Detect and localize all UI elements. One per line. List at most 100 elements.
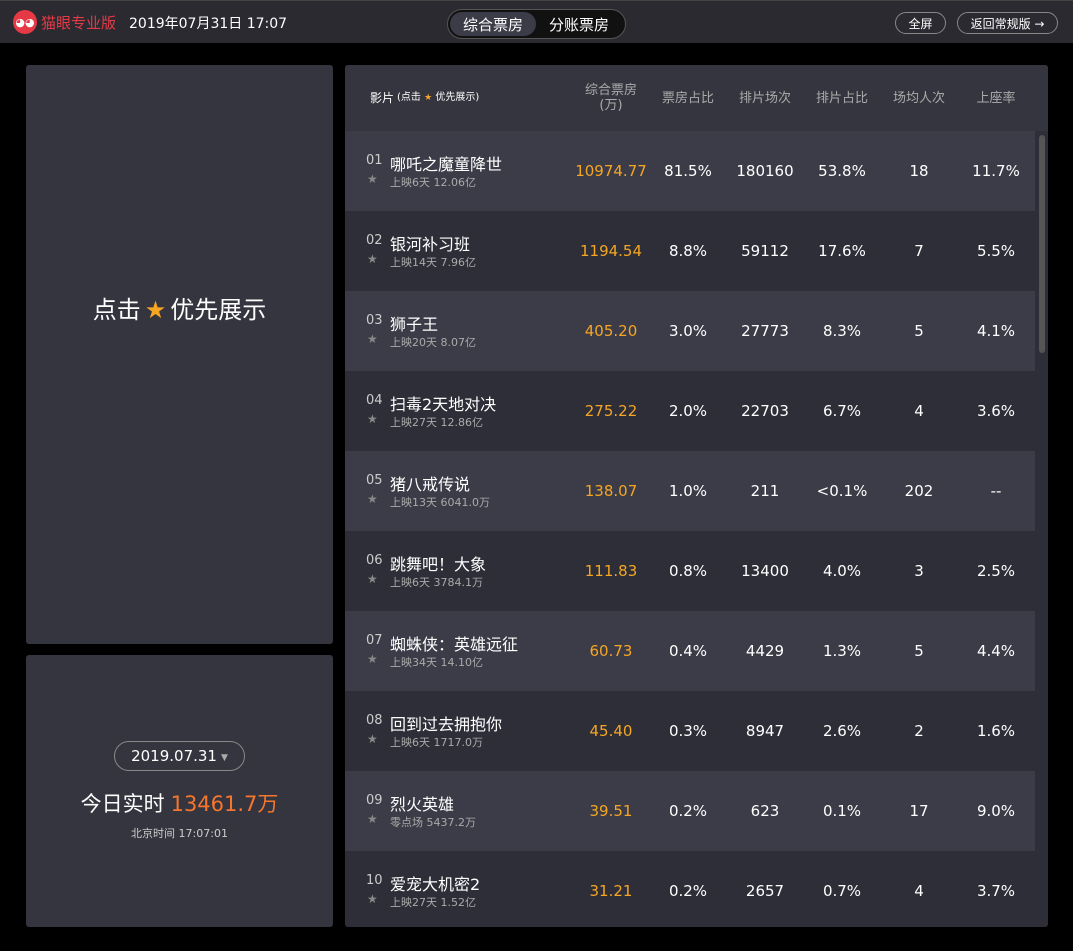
row-box-share: 0.3% — [668, 722, 708, 740]
star-icon[interactable]: ★ — [367, 252, 378, 266]
row-film-name: 回到过去拥抱你 — [390, 715, 503, 734]
row-box-share: 2.0% — [668, 402, 708, 420]
row-shows: 4429 — [745, 642, 785, 660]
table-row[interactable]: 10 爱宠大机密2 ★ 上映27天 1.52亿 31.21 0.2% 2657 0.7% 4 3.… — [345, 851, 1035, 927]
header-show-share[interactable]: 排片占比 — [804, 65, 880, 131]
star-icon[interactable]: ★ — [367, 332, 378, 346]
box-office-table: 影片 (点击 ★ 优先展示) 综合票房 (万) 票房占比 排片场次 排片占比 场… — [345, 65, 1048, 927]
row-rank: 07 — [366, 633, 383, 648]
table-row[interactable]: 01 哪吒之魔童降世 ★ 上映6天 12.06亿 10974.77 81.5% 180160… — [345, 131, 1035, 211]
row-box-share: 8.8% — [668, 242, 708, 260]
row-show-share: 0.1% — [822, 802, 862, 820]
star-icon[interactable]: ★ — [367, 652, 378, 666]
table-row[interactable]: 02 银河补习班 ★ 上映14天 7.96亿 1194.54 8.8% 59112 17.6%… — [345, 211, 1035, 291]
priority-display-panel: 点击 ★ 优先展示 — [26, 65, 333, 644]
table-row[interactable]: 03 狮子王 ★ 上映20天 8.07亿 405.20 3.0% 27773 8.3% 5 4.1… — [345, 291, 1035, 371]
star-icon[interactable]: ★ — [367, 492, 378, 506]
header-box-share[interactable]: 票房占比 — [650, 65, 726, 131]
row-film-name: 跳舞吧！大象 — [390, 555, 487, 574]
row-show-share: 1.3% — [822, 642, 862, 660]
top-bar: ◕◕ 猫眼专业版 2019年07月31日 17:07 综合票房 分账票房 全屏 … — [0, 0, 1073, 43]
today-realtime-total: 今日实时 13461.7万 — [26, 788, 333, 818]
priority-suffix: 优先展示 — [170, 296, 267, 324]
row-show-share: <0.1% — [816, 482, 868, 500]
row-film-name: 扫毒2天地对决 — [390, 395, 497, 414]
row-rank: 06 — [366, 553, 383, 568]
row-shows: 22703 — [741, 402, 789, 420]
row-avg-viewers: 7 — [914, 242, 924, 260]
row-show-share: 8.3% — [822, 322, 862, 340]
logo-text: 猫眼专业版 — [41, 13, 117, 32]
table-row[interactable]: 05 猪八戒传说 ★ 上映13天 6041.0万 138.07 1.0% 211 <0.1% 2… — [345, 451, 1035, 531]
row-film-meta: 上映34天 14.10亿 — [390, 656, 483, 669]
row-show-share: 17.6% — [818, 242, 866, 260]
row-occupancy: 3.7% — [976, 882, 1016, 900]
row-film-name: 蜘蛛侠：英雄远征 — [390, 635, 519, 654]
header-box-office[interactable]: 综合票房 (万) — [573, 65, 649, 131]
row-avg-viewers: 17 — [909, 802, 929, 820]
row-film-meta: 上映27天 1.52亿 — [390, 896, 476, 909]
star-icon: ★ — [144, 296, 167, 324]
row-box-share: 1.0% — [668, 482, 708, 500]
row-avg-viewers: 4 — [914, 882, 924, 900]
row-show-share: 6.7% — [822, 402, 862, 420]
header-occupancy[interactable]: 上座率 — [958, 65, 1034, 131]
row-box-office: 10974.77 — [575, 162, 647, 180]
fullscreen-button[interactable]: 全屏 — [895, 12, 946, 34]
table-row[interactable]: 06 跳舞吧！大象 ★ 上映6天 3784.1万 111.83 0.8% 13400 4.0%… — [345, 531, 1035, 611]
row-film-meta: 上映14天 7.96亿 — [390, 256, 476, 269]
tab-split-box-office[interactable]: 分账票房 — [536, 12, 622, 36]
row-film-name: 猪八戒传说 — [390, 475, 471, 494]
row-shows: 8947 — [745, 722, 785, 740]
header-film-label: 影片 — [370, 90, 395, 105]
star-icon[interactable]: ★ — [367, 172, 378, 186]
current-datetime: 2019年07月31日 17:07 — [129, 16, 288, 32]
table-row[interactable]: 09 烈火英雄 ★ 零点场 5437.2万 39.51 0.2% 623 0.1% 17 9.0% — [345, 771, 1035, 851]
star-icon[interactable]: ★ — [367, 732, 378, 746]
row-box-office: 275.22 — [584, 402, 638, 420]
table-row[interactable]: 07 蜘蛛侠：英雄远征 ★ 上映34天 14.10亿 60.73 0.4% 4429 1.3%… — [345, 611, 1035, 691]
logo: ◕◕ 猫眼专业版 — [13, 10, 116, 34]
row-rank: 10 — [366, 873, 383, 888]
header-shows[interactable]: 排片场次 — [727, 65, 803, 131]
tab-comprehensive-box-office[interactable]: 综合票房 — [450, 12, 536, 36]
table-row[interactable]: 04 扫毒2天地对决 ★ 上映27天 12.86亿 275.22 2.0% 22703 6.7… — [345, 371, 1035, 451]
header-film-hint: (点击 ★ 优先展示) — [397, 90, 479, 106]
row-occupancy: 11.7% — [972, 162, 1020, 180]
return-to-normal-button[interactable]: 返回常规版 → — [957, 12, 1058, 34]
row-box-share: 0.8% — [668, 562, 708, 580]
row-box-share: 0.2% — [668, 802, 708, 820]
row-shows: 623 — [750, 802, 780, 820]
row-avg-viewers: 2 — [914, 722, 924, 740]
selected-date: 2019.07.31 — [131, 747, 217, 765]
star-icon[interactable]: ★ — [367, 572, 378, 586]
star-icon[interactable]: ★ — [367, 412, 378, 426]
row-shows: 180160 — [736, 162, 794, 180]
header-film: 影片 (点击 ★ 优先展示) — [370, 65, 570, 131]
row-shows: 13400 — [741, 562, 789, 580]
star-icon[interactable]: ★ — [367, 892, 378, 906]
today-amount: 13461.7万 — [170, 792, 279, 816]
row-film-name: 银河补习班 — [390, 235, 471, 254]
star-icon[interactable]: ★ — [367, 812, 378, 826]
box-office-type-toggle: 综合票房 分账票房 — [447, 9, 626, 39]
cat-eye-logo-icon: ◕◕ — [13, 10, 37, 34]
row-occupancy: 4.1% — [976, 322, 1016, 340]
row-avg-viewers: 4 — [914, 402, 924, 420]
row-box-share: 0.4% — [668, 642, 708, 660]
row-box-office: 31.21 — [589, 882, 633, 900]
row-occupancy: 5.5% — [976, 242, 1016, 260]
row-avg-viewers: 202 — [904, 482, 934, 500]
table-row[interactable]: 08 回到过去拥抱你 ★ 上映6天 1717.0万 45.40 0.3% 8947 2.6% 2… — [345, 691, 1035, 771]
row-box-office: 1194.54 — [579, 242, 643, 260]
row-show-share: 4.0% — [822, 562, 862, 580]
scrollbar[interactable] — [1039, 135, 1045, 353]
row-rank: 04 — [366, 393, 383, 408]
table-body: 01 哪吒之魔童降世 ★ 上映6天 12.06亿 10974.77 81.5% 180160… — [345, 131, 1035, 927]
row-box-office: 39.51 — [589, 802, 633, 820]
row-shows: 27773 — [741, 322, 789, 340]
row-film-name: 哪吒之魔童降世 — [390, 155, 503, 174]
date-selector[interactable]: 2019.07.31 ▼ — [114, 741, 245, 771]
header-avg-viewers[interactable]: 场均人次 — [881, 65, 957, 131]
row-avg-viewers: 5 — [914, 322, 924, 340]
